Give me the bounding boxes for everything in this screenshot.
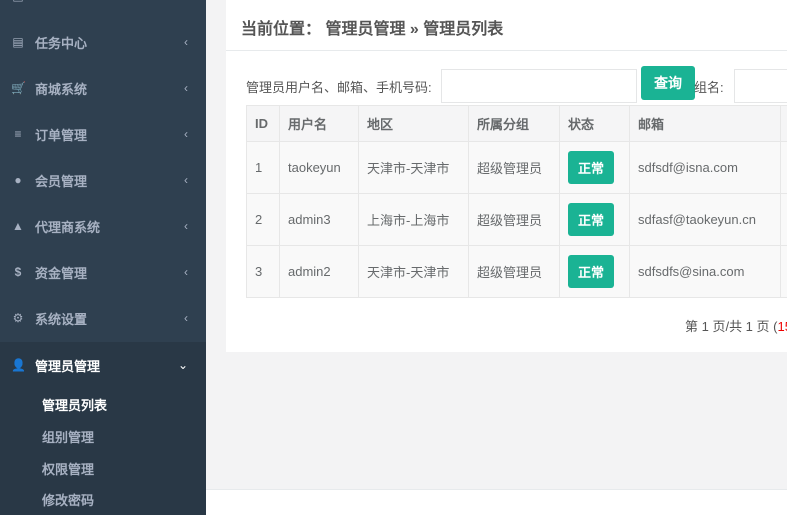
sidebar-item-label: 商城系统 (35, 81, 88, 97)
chevron-down-icon: ⌄ (177, 358, 188, 372)
admin-table: ID 用户名 地区 所属分组 状态 邮箱 1 taokeyun 天津市-天津市 超级管理员 正常 s… (246, 105, 787, 298)
sidebar-item-6[interactable]: $ 资金管理 ‹ (0, 249, 206, 295)
table-cell: 超级管理员 (468, 245, 560, 298)
column-header: 地区 (358, 105, 469, 142)
sidebar-item-4[interactable]: ● 会员管理 ‹ (0, 157, 206, 203)
sidebar-item-label: 订单管理 (35, 127, 88, 143)
search-label: 管理员用户名、邮箱、手机号码: (246, 80, 432, 95)
content-panel: 当前位置： 管理员管理 » 管理员列表 管理员用户名、邮箱、手机号码: 查询 组… (226, 0, 787, 352)
status-badge[interactable]: 正常 (568, 255, 615, 288)
footer (206, 489, 787, 515)
table-cell: sdfsdfs@sina.com (629, 245, 781, 298)
pager-count: 15 (777, 319, 787, 334)
submenu-admin-list[interactable]: 管理员列表 (42, 395, 107, 414)
sidebar-item-label: 系统设置 (35, 311, 88, 327)
table-cell: 超级管理员 (468, 141, 560, 194)
chevron-left-icon: ‹ (184, 0, 188, 3)
table-cell: 正常 (559, 141, 630, 194)
sidebar-item-label: 任务中心 (35, 35, 88, 51)
user-icon: ● (14, 173, 22, 187)
table-cell: admin3 (279, 193, 359, 246)
sidebar-item-1[interactable]: ▤ 任务中心 ‹ (0, 19, 206, 65)
table-cell: 天津市-天津市 (358, 141, 469, 194)
search-input[interactable] (441, 69, 637, 103)
pagination-info: 第 1 页/共 1 页 (15 (685, 316, 787, 335)
chevron-left-icon: ‹ (184, 219, 188, 233)
sidebar-item-5[interactable]: ▲ 代理商系统 ‹ (0, 203, 206, 249)
table-cell: 天津市-天津市 (358, 245, 469, 298)
user-plus-icon: 👤 (11, 358, 26, 372)
group-label: 组名: (694, 80, 724, 95)
sidebar-item-3[interactable]: ≡ 订单管理 ‹ (0, 111, 206, 157)
column-header: 状态 (559, 105, 630, 142)
column-header: ID (246, 105, 280, 142)
user-secret-icon: ▲ (12, 219, 24, 233)
shopping-cart-icon: 🛒 (11, 81, 26, 95)
table-cell: 上海市-上海市 (358, 193, 469, 246)
sidebar-item-label: 会员管理 (35, 173, 88, 189)
query-button[interactable]: 查询 (641, 66, 695, 100)
breadcrumb-prefix: 当前位置： (241, 21, 322, 38)
table-cell: taokeyun (279, 141, 359, 194)
submenu-group-management[interactable]: 组别管理 (42, 427, 94, 446)
table-row: 3 admin2 天津市-天津市 超级管理员 正常 sdfsdfs@sina.com (246, 245, 787, 298)
divider (226, 50, 787, 51)
chevron-left-icon: ‹ (184, 311, 188, 325)
table-cell: 2 (246, 193, 280, 246)
table-cell: 正常 (559, 193, 630, 246)
submenu-permission-management[interactable]: 权限管理 (42, 459, 94, 478)
table-cell: 3 (246, 245, 280, 298)
sidebar-active-section: 👤 管理员管理 ⌄ 管理员列表 组别管理 权限管理 修改密码 (0, 342, 206, 515)
sidebar-item-label: 资金管理 (35, 265, 88, 281)
column-header: 用户名 (279, 105, 359, 142)
table-cell: 超级管理员 (468, 193, 560, 246)
pager-text: 第 1 页/共 1 页 ( (685, 319, 778, 334)
dashboard-icon: ▤ (11, 0, 25, 3)
column-header: 所属分组 (468, 105, 560, 142)
sidebar-item-7[interactable]: ⚙ 系统设置 ‹ (0, 295, 206, 341)
group-input[interactable] (734, 69, 787, 103)
table-cell: sdfsdf@isna.com (629, 141, 781, 194)
status-badge[interactable]: 正常 (568, 151, 615, 184)
table-cell: admin2 (279, 245, 359, 298)
submenu-change-password[interactable]: 修改密码 (42, 490, 94, 509)
chevron-left-icon: ‹ (184, 127, 188, 141)
table-cell (780, 245, 787, 298)
table-row: 2 admin3 上海市-上海市 超级管理员 正常 sdfasf@taokeyun.cn (246, 193, 787, 246)
bar-chart-icon: ▤ (12, 35, 24, 49)
dollar-icon: $ (14, 265, 22, 279)
table-cell (780, 193, 787, 246)
sidebar-item-admin-management[interactable]: 👤 管理员管理 ⌄ (0, 342, 206, 388)
table-row: 1 taokeyun 天津市-天津市 超级管理员 正常 sdfsdf@isna.com (246, 141, 787, 194)
table-cell: sdfasf@taokeyun.cn (629, 193, 781, 246)
sidebar-item-2[interactable]: 🛒 商城系统 ‹ (0, 65, 206, 111)
column-header: 邮箱 (629, 105, 781, 142)
chevron-left-icon: ‹ (184, 81, 188, 95)
breadcrumb-path: 管理员管理 » 管理员列表 (325, 21, 504, 38)
table-cell: 正常 (559, 245, 630, 298)
chevron-left-icon: ‹ (184, 35, 188, 49)
sidebar-item-0[interactable]: ▤‹ (0, 0, 206, 19)
list-icon: ≡ (14, 127, 22, 141)
table-cell (780, 141, 787, 194)
column-header (780, 105, 787, 142)
chevron-left-icon: ‹ (184, 265, 188, 279)
gear-icon: ⚙ (12, 311, 24, 325)
sidebar-item-label: 管理员管理 (35, 358, 101, 374)
chevron-left-icon: ‹ (184, 173, 188, 187)
breadcrumb: 当前位置： 管理员管理 » 管理员列表 (241, 15, 503, 39)
status-badge[interactable]: 正常 (568, 203, 615, 236)
sidebar-item-label: 代理商系统 (35, 219, 101, 235)
table-cell: 1 (246, 141, 280, 194)
